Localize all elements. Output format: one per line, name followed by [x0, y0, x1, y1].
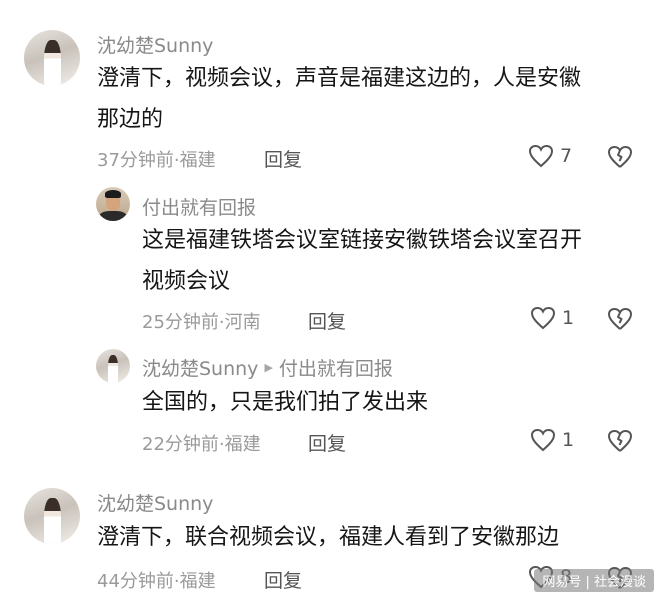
like-button[interactable]: 7	[528, 144, 572, 168]
comment-text: 全国的，只是我们拍了发出来	[142, 382, 428, 423]
reply-author[interactable]: 沈幼楚Sunny	[142, 354, 258, 381]
like-count: 7	[560, 145, 573, 167]
comment-text: 澄清下，视频会议，声音是福建这边的，人是安徽 那边的	[97, 58, 581, 140]
broken-heart-icon	[608, 146, 632, 168]
comment-text-line: 那边的	[97, 107, 164, 132]
broken-heart-icon	[608, 308, 632, 330]
reply-button[interactable]: 回复	[308, 307, 346, 334]
like-button[interactable]: 1	[530, 428, 574, 452]
comment-text: 澄清下，联合视频会议，福建人看到了安徽那边	[97, 517, 559, 558]
broken-heart-icon	[608, 430, 632, 452]
avatar[interactable]	[96, 349, 130, 383]
reply-button[interactable]: 回复	[264, 145, 302, 172]
heart-outline-icon	[528, 144, 554, 168]
comment-time-location: 22分钟前·福建	[142, 434, 261, 455]
heart-outline-icon	[530, 306, 556, 330]
comment-text-line: 这是福建铁塔会议室链接安徽铁塔会议室召开	[142, 228, 583, 253]
comment-text: 这是福建铁塔会议室链接安徽铁塔会议室召开 视频会议	[142, 220, 582, 302]
comment-text-line: 全国的，只是我们拍了发出来	[142, 390, 429, 415]
heart-outline-icon	[530, 428, 556, 452]
dislike-button[interactable]	[607, 145, 633, 173]
comment-username[interactable]: 付出就有回报	[142, 193, 256, 220]
triangle-right-icon: ▶	[264, 361, 273, 374]
comment-username: 沈幼楚Sunny ▶ 付出就有回报	[142, 354, 393, 381]
like-count: 1	[562, 307, 575, 329]
comment-time-location: 37分钟前·福建	[97, 150, 216, 171]
comment-text-line: 澄清下，视频会议，声音是福建这边的，人是安徽	[97, 66, 582, 91]
avatar[interactable]	[96, 187, 130, 221]
comment-text-line: 澄清下，联合视频会议，福建人看到了安徽那边	[97, 525, 560, 550]
avatar[interactable]	[24, 30, 80, 86]
reply-target-user[interactable]: 付出就有回报	[279, 354, 393, 381]
comment-time-location: 25分钟前·河南	[142, 312, 261, 333]
comment-username[interactable]: 沈幼楚Sunny	[97, 489, 213, 516]
reply-button[interactable]: 回复	[264, 566, 302, 593]
like-count: 1	[562, 429, 575, 451]
watermark: 网易号 | 社会漫谈	[534, 569, 654, 592]
like-button[interactable]: 1	[530, 306, 574, 330]
dislike-button[interactable]	[607, 429, 633, 457]
reply-button[interactable]: 回复	[308, 429, 346, 456]
comment-username[interactable]: 沈幼楚Sunny	[97, 31, 213, 58]
dislike-button[interactable]	[607, 307, 633, 335]
comment-time-location: 44分钟前·福建	[97, 571, 216, 592]
avatar[interactable]	[24, 488, 80, 544]
comment-text-line: 视频会议	[142, 269, 231, 294]
